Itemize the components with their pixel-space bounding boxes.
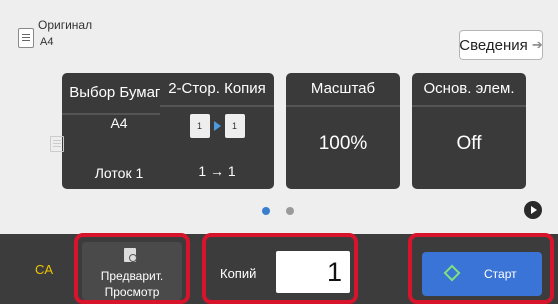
next-page-icon[interactable] [524, 201, 542, 219]
tile-duplex-title: 2-Стор. Копия [160, 73, 274, 107]
page-dot[interactable] [286, 207, 294, 215]
highlight-start [408, 233, 554, 304]
duplex-copy-icon: 11 [160, 113, 274, 139]
tile-paper-select[interactable]: Выбор Бумаги A4 Лоток 1 [62, 73, 176, 189]
tile-scale-title: Масштаб [286, 73, 400, 107]
tile-duplex-value: 1 → 1 [198, 163, 236, 179]
copy-screen: Оригинал A4 Сведения ➔ Выбор Бумаги A4 Л… [0, 0, 558, 304]
highlight-preview [74, 233, 190, 304]
tile-scale[interactable]: Масштаб 100% [286, 73, 400, 189]
tile-paper-title: Выбор Бумаги [62, 73, 176, 115]
tile-paper-value: Лоток 1 [94, 165, 144, 181]
tile-duplex[interactable]: 2-Стор. Копия 11 1 → 1 [160, 73, 274, 189]
tile-paper-size: A4 [110, 115, 128, 131]
page-dot-active[interactable] [262, 207, 270, 215]
tile-scale-value: 100% [318, 133, 368, 154]
original-label: Оригинал [38, 18, 93, 32]
tile-basic-elements[interactable]: Основ. элем. Off [412, 73, 526, 189]
details-label: Сведения [459, 36, 528, 54]
original-size: A4 [40, 36, 54, 48]
arrow-right-icon: ➔ [531, 37, 543, 52]
highlight-copies [202, 233, 358, 304]
ca-button[interactable]: CA [35, 262, 53, 277]
details-button[interactable]: Сведения ➔ [459, 30, 543, 60]
document-icon [18, 28, 34, 48]
paper-tray-icon [50, 136, 64, 152]
tile-basic-title: Основ. элем. [412, 73, 526, 107]
tile-basic-value: Off [456, 133, 482, 154]
